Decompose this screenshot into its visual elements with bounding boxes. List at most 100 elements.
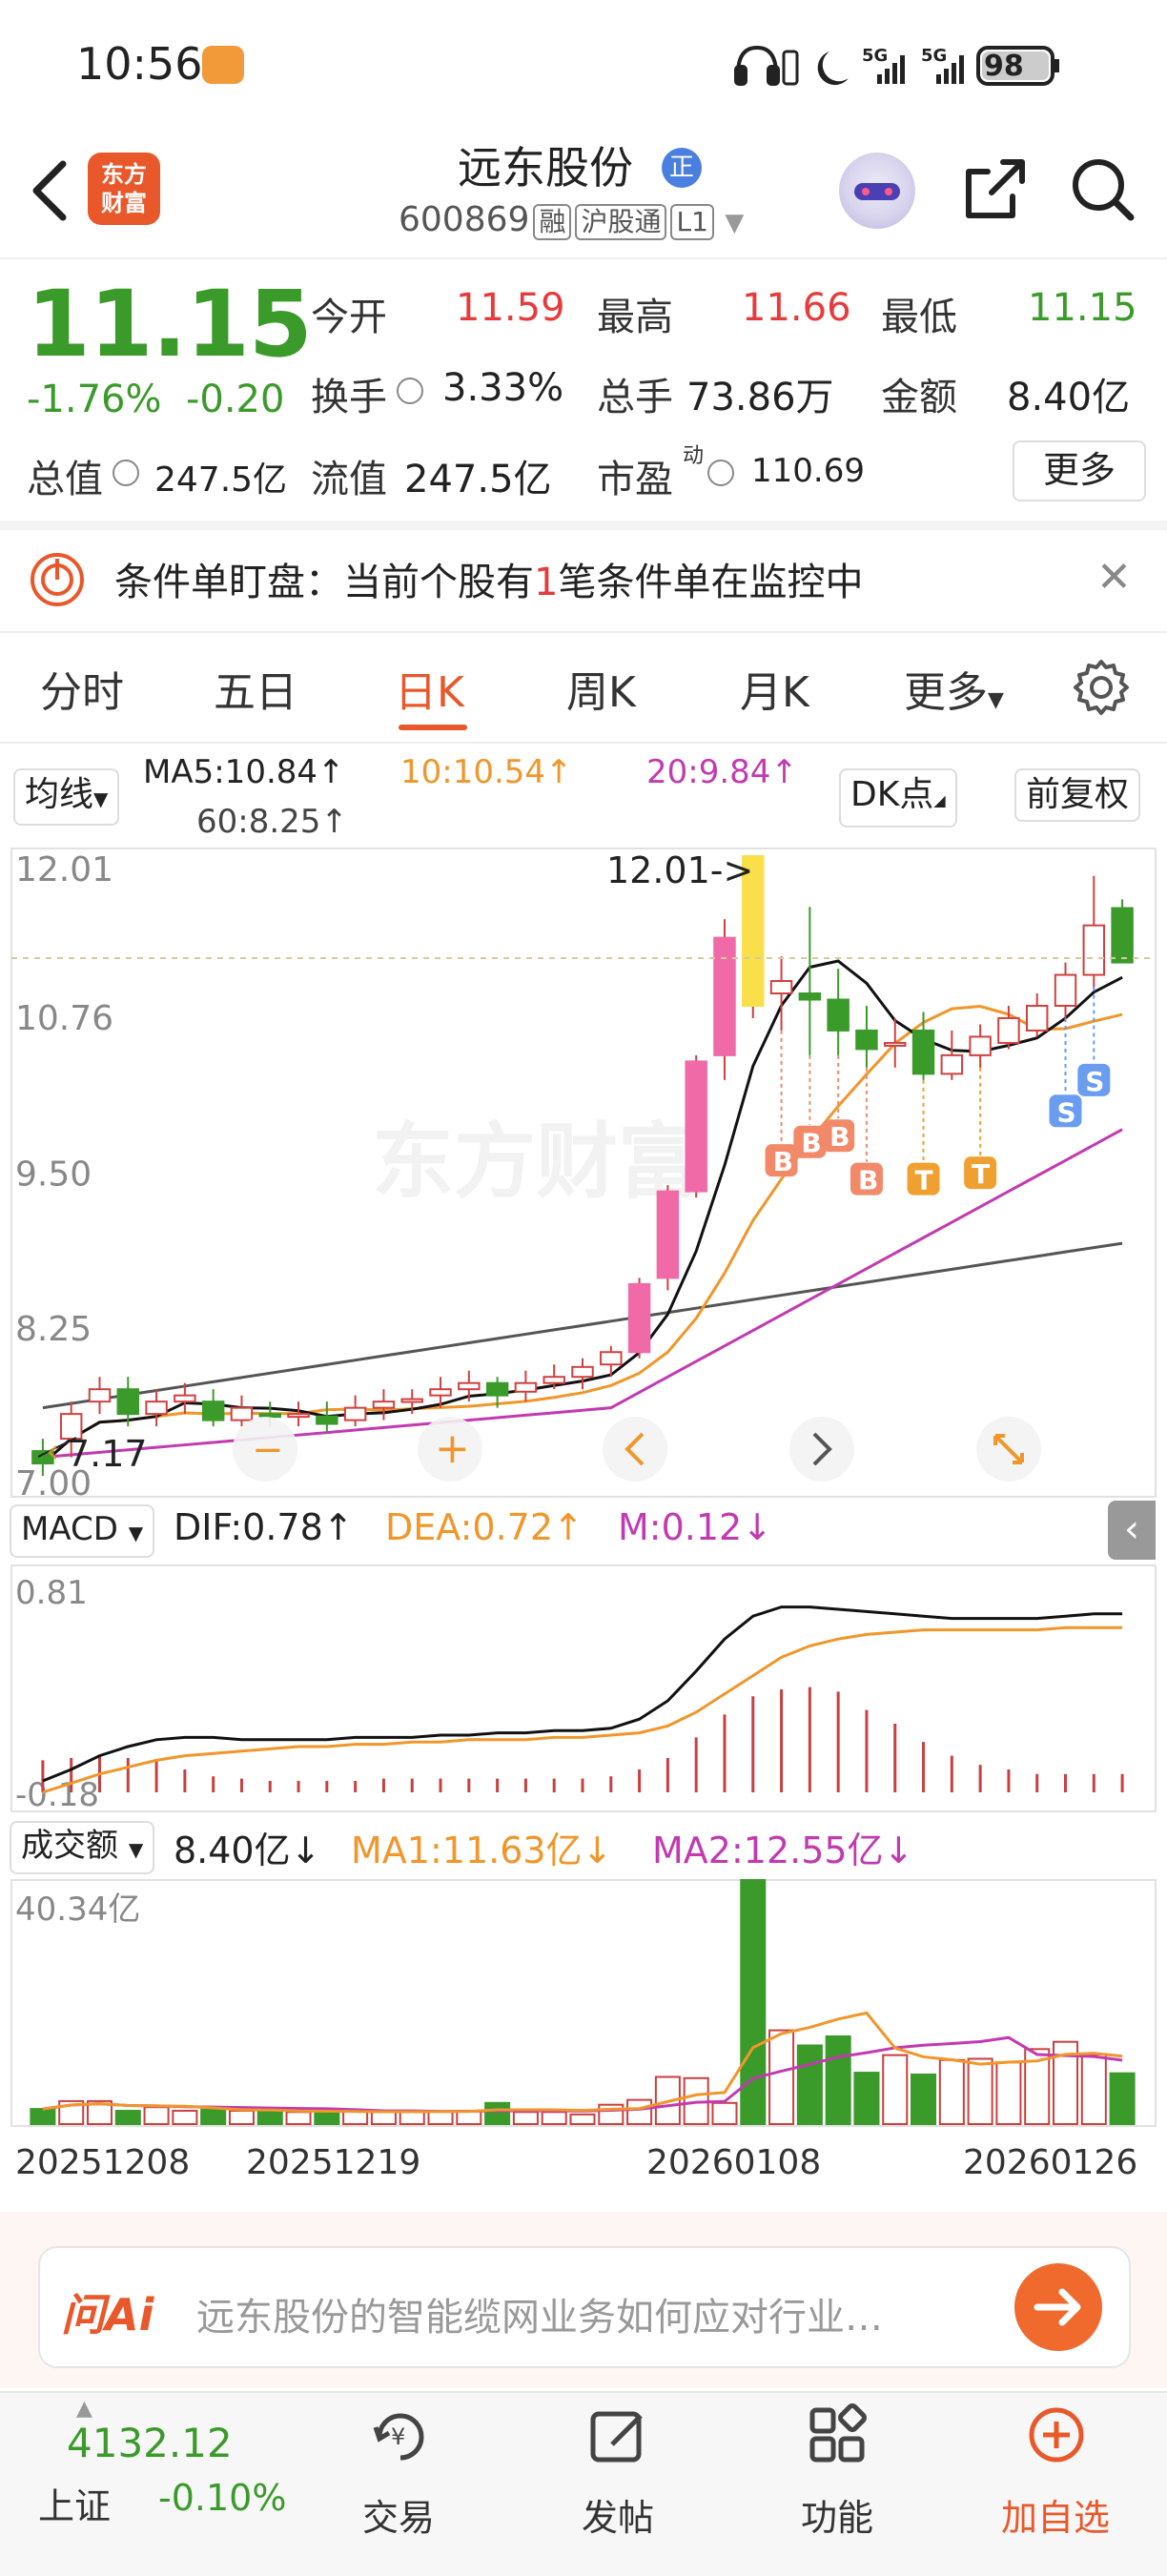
arrow-right-icon[interactable] [1014, 2263, 1102, 2351]
search-icon[interactable] [1064, 151, 1140, 227]
headphones-icon [734, 45, 780, 86]
indicator-selector[interactable]: 均线▼ [13, 768, 120, 826]
divider [0, 742, 1167, 744]
volume-bar [911, 2073, 937, 2126]
ai-robot-avatar[interactable] [839, 153, 915, 229]
y-axis-label: 10.76 [15, 999, 113, 1038]
nav-post[interactable]: 发帖 [572, 2402, 667, 2555]
stock-code: 600869 [399, 200, 530, 239]
back-arrow-icon[interactable] [21, 153, 78, 229]
volume-bar [427, 2110, 454, 2126]
tag-l1: L1 [670, 204, 714, 240]
settings-gear-icon[interactable] [1072, 658, 1131, 717]
fuquan-button[interactable]: 前复权 [1014, 768, 1141, 822]
dk-point-button[interactable]: DK点◢ [839, 768, 957, 828]
ma20-label: 20:9.84↑ [646, 753, 798, 791]
tab-five-day[interactable]: 五日 [214, 658, 297, 719]
index-change: -0.10% [158, 2477, 287, 2519]
max-price-annotation: 12.01-> [606, 849, 753, 891]
volume-bar [114, 2110, 141, 2125]
volume-bar [1109, 2072, 1136, 2126]
volume-value: 8.40亿↓ [174, 1830, 321, 1871]
volume-bar [740, 1879, 767, 2125]
kline-chart[interactable]: 东方财富 12.0110.769.508.257.00 BB BB T TSS 12.… [0, 847, 1167, 1499]
ask-ai-prompt[interactable]: 远东股份的智能缆网业务如何应对行业… [196, 2286, 883, 2341]
app-logo[interactable]: 东方 财富 [88, 153, 160, 225]
volume-chart[interactable]: 40.34亿 [0, 1878, 1167, 2128]
low-label: 最低 [881, 296, 957, 339]
more-quote-button[interactable]: 更多 [1013, 440, 1146, 501]
volume-bar [256, 2111, 283, 2125]
nav-functions[interactable]: 功能 [791, 2402, 887, 2555]
macd-chart[interactable]: 0.81 -0.18 [0, 1564, 1167, 1813]
info-circle-icon[interactable] [113, 460, 139, 486]
svg-text:7.17: 7.17 [67, 1433, 148, 1475]
tab-more[interactable]: 更多▼ [904, 658, 1004, 719]
volume-bar [825, 2034, 851, 2125]
volume-ma2: MA2:12.55亿↓ [652, 1830, 914, 1871]
volume-bar [796, 2044, 823, 2125]
tab-monthly-k[interactable]: 月K [740, 658, 809, 719]
signal-5g-1: 5G [862, 46, 888, 66]
tab-daily-k[interactable]: 日K [395, 658, 464, 719]
svg-text:‹: ‹ [46, 1432, 59, 1471]
volume-bar [967, 2057, 993, 2125]
volume-bar [626, 2098, 653, 2126]
candle [627, 1278, 651, 1359]
info-circle-icon[interactable] [397, 378, 423, 404]
dropdown-triangle-icon[interactable]: ▼ [725, 209, 744, 237]
current-price: 11.15 [27, 271, 313, 378]
battery-level: 98 [984, 50, 1024, 83]
date-label: 20260126 [963, 2143, 1138, 2182]
volume-bar [569, 2113, 596, 2126]
svg-text:T: T [972, 1158, 990, 1190]
svg-text:S: S [1057, 1096, 1076, 1128]
turnover-value: 3.33% [442, 366, 564, 410]
float-label: 流值 [311, 458, 387, 501]
volume-bar [30, 2108, 56, 2126]
chart-watermark: 东方财富 [372, 1114, 700, 1210]
y-axis-label: 12.01 [15, 850, 113, 889]
collapse-panel-button[interactable]: ‹ [1108, 1501, 1156, 1560]
pe-label: 市盈 [597, 458, 673, 501]
volume-bar [711, 2101, 738, 2125]
ask-ai-logo: 问Ai [61, 2289, 154, 2341]
ma10-label: 10:10.54↑ [400, 753, 573, 791]
float-value: 247.5亿 [404, 458, 552, 501]
high-label: 最高 [597, 296, 673, 339]
open-value: 11.59 [456, 286, 565, 330]
svg-text:S: S [1085, 1066, 1104, 1097]
share-icon[interactable] [957, 151, 1034, 227]
date-label: 20251208 [15, 2143, 191, 2182]
tab-intraday[interactable]: 分时 [40, 658, 124, 719]
tab-weekly-k[interactable]: 周K [566, 658, 636, 719]
tag-rong: 融 [533, 204, 572, 240]
close-icon[interactable]: ✕ [1096, 553, 1132, 602]
status-icons: 5G 5G [734, 45, 1059, 86]
svg-text:−: − [252, 1428, 284, 1472]
svg-text:B: B [801, 1128, 821, 1159]
tag-hugutong: 沪股通 [575, 204, 667, 240]
volume-bar [200, 2108, 227, 2125]
pe-sup: 动 [683, 444, 705, 468]
grid-icon [809, 2403, 867, 2463]
small-battery-icon [782, 50, 799, 86]
high-value: 11.66 [742, 286, 851, 330]
pe-value: 110.69 [751, 452, 865, 490]
turnover-label: 换手 [311, 376, 387, 419]
volume-bar [853, 2072, 880, 2125]
candle [656, 1185, 680, 1291]
volume-selector[interactable]: 成交额 ▼ [10, 1821, 155, 1874]
open-label: 今开 [311, 296, 387, 339]
chevron-up-icon[interactable]: ▲ [76, 2397, 92, 2421]
volume-bar [1080, 2054, 1107, 2125]
price-change: -1.76% -0.20 [27, 378, 285, 421]
nav-trade[interactable]: ¥ 交易 [353, 2402, 448, 2555]
zheng-badge: 正 [662, 148, 702, 188]
candle [713, 919, 736, 1080]
macd-y-top: 0.81 [15, 1574, 88, 1612]
nav-add-watchlist[interactable]: 加自选 [992, 2402, 1125, 2555]
active-tab-indicator [399, 725, 467, 730]
info-circle-icon[interactable] [707, 460, 734, 486]
macd-selector[interactable]: MACD ▼ [10, 1504, 155, 1558]
